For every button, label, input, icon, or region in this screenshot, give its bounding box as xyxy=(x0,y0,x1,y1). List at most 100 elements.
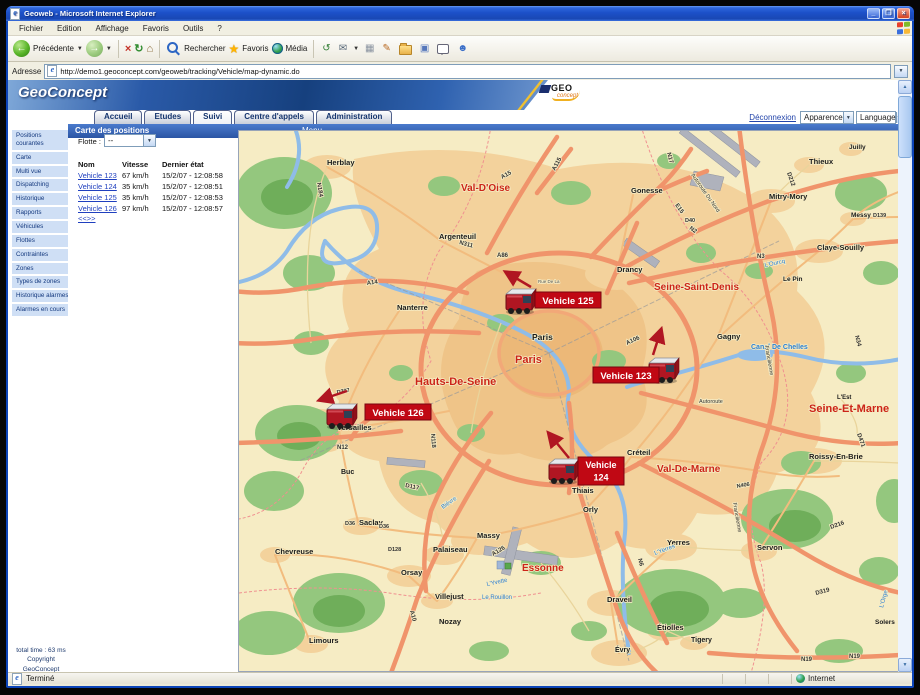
back-label[interactable]: Précédente xyxy=(33,44,74,53)
address-url[interactable]: http://demo1.geoconcept.com/geoweb/track… xyxy=(60,67,299,76)
map-label: Solers xyxy=(875,619,895,626)
fleet-dropdown-icon[interactable]: ▼ xyxy=(143,135,155,146)
back-dropdown-icon[interactable]: ▼ xyxy=(77,46,83,52)
sidebar-item-historique-alarmes[interactable]: Historique alarmes xyxy=(12,290,68,302)
truck-icon xyxy=(506,289,536,315)
history-icon[interactable]: ↺ xyxy=(322,43,330,54)
sidebar-nav: Positions courantes Carte Multi vueDispatc… xyxy=(12,130,68,318)
sidebar-item-rapports[interactable]: Rapports xyxy=(12,207,68,219)
close-button[interactable]: × xyxy=(897,8,910,19)
title-bar[interactable]: Geoweb - Microsoft Internet Explorer _ ❐… xyxy=(6,6,914,21)
address-input[interactable]: http://demo1.geoconcept.com/geoweb/track… xyxy=(44,64,891,79)
menu-item-0[interactable]: Fichier xyxy=(12,24,50,33)
map-label: Tigery xyxy=(691,637,712,644)
mail-dropdown-icon[interactable]: ▼ xyxy=(353,46,359,52)
favorites-icon[interactable]: ★ xyxy=(229,42,240,56)
forward-dropdown-icon[interactable]: ▼ xyxy=(106,46,112,52)
map-label: Limours xyxy=(309,636,339,645)
status-text: Terminé xyxy=(26,674,54,683)
vehicle-link[interactable]: Vehicle 123 xyxy=(78,171,122,180)
tab-accueil[interactable]: Accueil xyxy=(94,110,142,124)
map-label: Drancy xyxy=(617,265,643,274)
sidebar-item-carte[interactable]: Carte xyxy=(12,152,68,164)
map-label: Buc xyxy=(341,469,354,476)
menu-item-3[interactable]: Favoris xyxy=(136,24,176,33)
scroll-down-icon[interactable]: ▼ xyxy=(898,658,912,672)
ie-icon xyxy=(10,8,20,20)
map-label: Val-De-Marne xyxy=(657,464,721,475)
vehicle-speed: 67 km/h xyxy=(122,171,162,180)
vehicle-link[interactable]: Vehicle 125 xyxy=(78,193,122,202)
menu-item-4[interactable]: Outils xyxy=(176,24,210,33)
edit-icon[interactable]: ✎ xyxy=(382,43,390,54)
address-dropdown-icon[interactable]: ▼ xyxy=(894,65,908,78)
scroll-thumb[interactable] xyxy=(898,96,912,158)
language-select[interactable]: Language ▼ xyxy=(856,111,896,124)
refresh-icon[interactable]: ↻ xyxy=(134,43,143,55)
tab-suivi[interactable]: Suivi xyxy=(193,110,232,124)
logout-link[interactable]: Déconnexion xyxy=(749,113,796,122)
back-button[interactable]: ← xyxy=(13,40,30,57)
sidebar-item-zones[interactable]: Zones xyxy=(12,263,68,275)
maximize-button[interactable]: ❐ xyxy=(882,8,895,19)
map-label: Essonne xyxy=(522,563,564,574)
appearance-select[interactable]: Apparence ▼ xyxy=(800,111,854,124)
favorites-label[interactable]: Favoris xyxy=(242,44,268,53)
discuss-icon[interactable] xyxy=(437,44,449,54)
sidebar-item-alarmes-en-cours[interactable]: Alarmes en cours xyxy=(12,304,68,316)
vehicle-badge-label: Vehicle 123 xyxy=(600,371,651,382)
mail-icon[interactable]: ✉ xyxy=(339,43,347,54)
menu-item-1[interactable]: Edition xyxy=(50,24,88,33)
search-icon[interactable] xyxy=(167,42,178,53)
map-label: Évry xyxy=(615,645,630,654)
media-icon[interactable] xyxy=(272,43,283,54)
fleet-label: Flotte : xyxy=(78,137,101,146)
search-label[interactable]: Rechercher xyxy=(184,44,225,53)
menu-items: FichierEditionAffichageFavorisOutils? xyxy=(12,24,229,33)
window-title: Geoweb - Microsoft Internet Explorer xyxy=(24,9,867,18)
pager-link[interactable]: <<>> xyxy=(78,214,96,223)
vehicle-link[interactable]: Vehicle 126 xyxy=(78,204,122,213)
stop-icon[interactable]: × xyxy=(125,43,131,55)
sidebar-item-types-de-zones[interactable]: Types de zones xyxy=(12,276,68,288)
map-label: N118 xyxy=(429,434,436,449)
sidebar-item-dispatching[interactable]: Dispatching xyxy=(12,179,68,191)
home-icon[interactable]: ⌂ xyxy=(146,43,153,55)
tab-centre-d-appels[interactable]: Centre d'appels xyxy=(234,110,314,124)
forward-button[interactable]: → xyxy=(86,40,103,57)
map-label: Gonesse xyxy=(631,186,663,195)
address-label: Adresse xyxy=(12,67,41,76)
vehicle-link[interactable]: Vehicle 124 xyxy=(78,182,122,191)
sidebar-item-multi-vue[interactable]: Multi vue xyxy=(12,166,68,178)
map-label: N12 xyxy=(337,445,349,451)
highlight-icon[interactable]: ▣ xyxy=(420,43,429,54)
map-label: Argenteuil xyxy=(439,232,476,241)
tab-administration[interactable]: Administration xyxy=(316,110,392,124)
web-page: GeoConcept GEO concept AccueilEtudesSuiv… xyxy=(8,80,898,672)
map-label: Orly xyxy=(583,505,599,514)
scroll-up-icon[interactable]: ▲ xyxy=(898,80,912,94)
media-label[interactable]: Média xyxy=(286,44,308,53)
menu-item-5[interactable]: ? xyxy=(210,24,228,33)
sidebar-item-historique[interactable]: Historique xyxy=(12,193,68,205)
vehicle-speed: 35 km/h xyxy=(122,182,162,191)
map-label: Paris xyxy=(532,332,553,342)
appearance-dropdown-icon[interactable]: ▼ xyxy=(843,112,853,123)
map-container[interactable]: HerblayArgenteuilGonesseThieuxJuillyMitr… xyxy=(238,130,898,672)
table-row: Vehicle 12535 km/h15/2/07 - 12:08:53 xyxy=(78,192,254,203)
folder-icon[interactable] xyxy=(399,45,412,55)
print-icon[interactable]: ▦ xyxy=(365,43,374,54)
sidebar-item-positions-courantes[interactable]: Positions courantes xyxy=(12,130,68,150)
fleet-select[interactable]: -- ▼ xyxy=(104,134,156,147)
sidebar-item-contraintes[interactable]: Contraintes xyxy=(12,249,68,261)
sidebar-item-flottes[interactable]: Flottes xyxy=(12,235,68,247)
tab-etudes[interactable]: Etudes xyxy=(144,110,191,124)
map-label: Autoroute xyxy=(699,399,723,405)
sidebar-item-v-hicules[interactable]: Véhicules xyxy=(12,221,68,233)
menu-item-2[interactable]: Affichage xyxy=(88,24,135,33)
messenger-icon[interactable]: ☻ xyxy=(457,43,468,54)
vehicle-table: Nom Vitesse Dernier état Vehicle 12367 k… xyxy=(78,159,254,214)
minimize-button[interactable]: _ xyxy=(867,8,880,19)
page-scrollbar[interactable]: ▲ ▼ xyxy=(898,80,912,672)
vehicle-speed: 97 km/h xyxy=(122,204,162,213)
